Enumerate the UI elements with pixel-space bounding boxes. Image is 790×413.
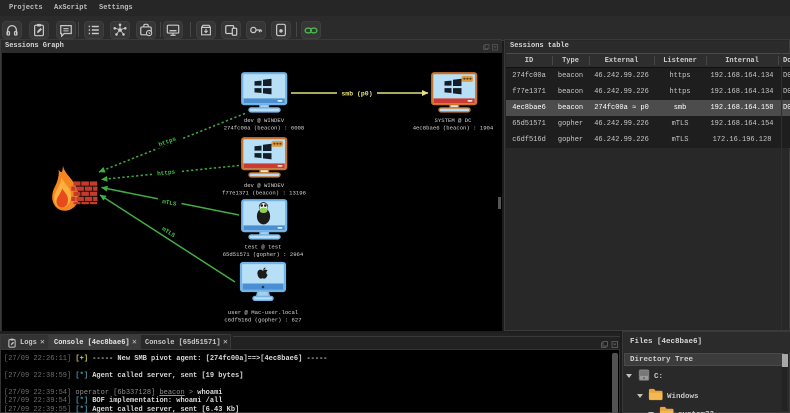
svg-text:https: https xyxy=(157,168,176,177)
svg-text:f77e1371 (beacon) : 13196: f77e1371 (beacon) : 13196 xyxy=(222,190,306,197)
svg-text:user @ Mac-user.local: user @ Mac-user.local xyxy=(228,309,299,316)
svg-text:smb (p0): smb (p0) xyxy=(341,91,372,98)
svg-text:https: https xyxy=(158,135,178,148)
svg-text:65d51571 (gopher) : 2964: 65d51571 (gopher) : 2964 xyxy=(223,251,304,258)
svg-text:SYSTEM @ DC: SYSTEM @ DC xyxy=(435,117,473,124)
svg-text:274fc00a (beacon) : 6008: 274fc00a (beacon) : 6008 xyxy=(224,125,305,132)
svg-text:c6df516d (gopher) : 627: c6df516d (gopher) : 627 xyxy=(224,317,301,324)
svg-text:mTLS: mTLS xyxy=(162,198,178,208)
svg-text:dev @ WINDEV: dev @ WINDEV xyxy=(244,182,285,189)
svg-text:4ec8bae6 (beacon) : 1904: 4ec8bae6 (beacon) : 1904 xyxy=(413,125,494,132)
svg-text:dev @ WINDEV: dev @ WINDEV xyxy=(244,117,285,124)
svg-text:test @ test: test @ test xyxy=(245,244,282,251)
